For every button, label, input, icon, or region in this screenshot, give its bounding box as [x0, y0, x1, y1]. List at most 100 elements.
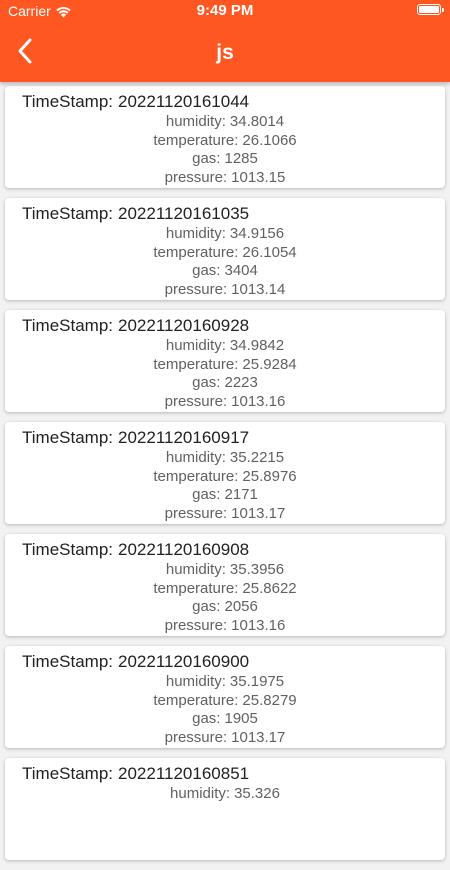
temperature-reading: temperature: 26.1054 [5, 244, 445, 263]
sensor-readings: humidity: 35.3956 temperature: 25.8622 gas: 2… [5, 561, 445, 635]
pressure-value: 1013.15 [231, 168, 286, 186]
app-bar: Carrier 9:49 PM js [0, 0, 450, 82]
timestamp-value: 20221120160900 [118, 652, 250, 671]
temperature-label: temperature: [153, 579, 239, 597]
timestamp-value: 20221120160908 [118, 540, 250, 559]
pressure-value: 1013.17 [231, 728, 286, 746]
pressure-value: 1013.16 [231, 616, 286, 634]
humidity-label: humidity: [165, 225, 226, 242]
timestamp-line: TimeStamp: 20221120160900 [22, 652, 249, 672]
humidity-value: 34.9156 [229, 225, 285, 242]
gas-reading: gas: 2056 [5, 598, 445, 617]
temperature-value: 25.8622 [242, 579, 297, 597]
humidity-value: 35.1975 [229, 673, 285, 690]
timestamp-line: TimeStamp: 20221120160908 [22, 540, 249, 560]
timestamp-label: TimeStamp: [22, 540, 114, 559]
pressure-reading: pressure: 1013.17 [5, 729, 445, 748]
humidity-value: 35.326 [234, 785, 280, 802]
gas-label: gas: [192, 598, 221, 615]
gas-reading: gas: 1285 [5, 150, 445, 169]
gas-reading: gas: 2171 [5, 486, 445, 505]
temperature-reading: temperature: 26.1066 [5, 132, 445, 151]
humidity-value: 34.8014 [229, 113, 285, 130]
timestamp-label: TimeStamp: [22, 316, 114, 335]
timestamp-line: TimeStamp: 20221120161035 [22, 204, 249, 224]
gas-value: 3404 [224, 262, 258, 279]
pressure-reading: pressure: 1013.17 [5, 505, 445, 524]
humidity-reading: humidity: 35.2215 [5, 449, 445, 468]
temperature-value: 25.8279 [242, 691, 297, 709]
temperature-value: 26.1066 [242, 131, 297, 149]
status-bar: Carrier 9:49 PM [0, 0, 450, 24]
pressure-reading: pressure: 1013.16 [5, 393, 445, 412]
page-title: js [216, 41, 234, 64]
record-card[interactable]: TimeStamp: 20221120161035 humidity: 34.9156… [5, 198, 445, 300]
timestamp-label: TimeStamp: [22, 428, 114, 447]
humidity-value: 35.2215 [229, 449, 285, 466]
gas-label: gas: [192, 150, 221, 167]
temperature-reading: temperature: 25.9284 [5, 356, 445, 375]
humidity-label: humidity: [170, 785, 231, 802]
gas-label: gas: [192, 486, 221, 503]
record-card[interactable]: TimeStamp: 20221120160917 humidity: 35.2215… [5, 422, 445, 524]
temperature-label: temperature: [153, 355, 239, 373]
gas-value: 1905 [224, 710, 258, 727]
timestamp-line: TimeStamp: 20221120160917 [22, 428, 249, 448]
timestamp-label: TimeStamp: [22, 652, 114, 671]
gas-value: 1285 [224, 150, 258, 167]
humidity-reading: humidity: 35.3956 [5, 561, 445, 580]
timestamp-label: TimeStamp: [22, 204, 114, 223]
record-card[interactable]: TimeStamp: 20221120160928 humidity: 34.9842… [5, 310, 445, 412]
gas-label: gas: [192, 262, 221, 279]
timestamp-value: 20221120161044 [118, 92, 250, 111]
temperature-reading: temperature: 25.8622 [5, 580, 445, 599]
humidity-reading: humidity: 34.8014 [5, 113, 445, 132]
humidity-value: 35.3956 [229, 561, 285, 578]
sensor-readings: humidity: 34.9842 temperature: 25.9284 gas: 2… [5, 337, 445, 411]
sensor-readings: humidity: 35.1975 temperature: 25.8279 gas: 1… [5, 673, 445, 747]
temperature-label: temperature: [153, 691, 239, 709]
gas-label: gas: [192, 374, 221, 391]
humidity-reading: humidity: 35.326 [5, 785, 445, 804]
gas-reading: gas: 1905 [5, 710, 445, 729]
humidity-reading: humidity: 35.1975 [5, 673, 445, 692]
humidity-label: humidity: [165, 561, 226, 578]
gas-reading: gas: 3404 [5, 262, 445, 281]
humidity-reading: humidity: 34.9842 [5, 337, 445, 356]
temperature-reading: temperature: 25.8976 [5, 468, 445, 487]
temperature-reading: temperature: 25.8279 [5, 692, 445, 711]
humidity-label: humidity: [165, 673, 226, 690]
humidity-value: 34.9842 [229, 337, 285, 354]
pressure-label: pressure: [164, 504, 228, 522]
temperature-value: 26.1054 [242, 243, 297, 261]
record-card[interactable]: TimeStamp: 20221120160851 humidity: 35.326 [5, 758, 445, 860]
pressure-value: 1013.16 [231, 392, 286, 410]
pressure-label: pressure: [164, 280, 228, 298]
gas-value: 2171 [224, 486, 258, 503]
timestamp-line: TimeStamp: 20221120161044 [22, 92, 249, 112]
timestamp-value: 20221120160917 [118, 428, 250, 447]
pressure-reading: pressure: 1013.16 [5, 617, 445, 636]
pressure-reading: pressure: 1013.14 [5, 281, 445, 300]
timestamp-label: TimeStamp: [22, 92, 114, 111]
record-card[interactable]: TimeStamp: 20221120160900 humidity: 35.1975… [5, 646, 445, 748]
pressure-value: 1013.17 [231, 504, 286, 522]
timestamp-value: 20221120160928 [118, 316, 250, 335]
sensor-readings: humidity: 34.8014 temperature: 26.1066 gas: 1… [5, 113, 445, 187]
timestamp-label: TimeStamp: [22, 764, 114, 783]
humidity-label: humidity: [165, 337, 226, 354]
record-card[interactable]: TimeStamp: 20221120160908 humidity: 35.3956… [5, 534, 445, 636]
humidity-label: humidity: [165, 113, 226, 130]
gas-value: 2223 [224, 374, 258, 391]
record-list[interactable]: TimeStamp: 20221120161044 humidity: 34.8014… [5, 86, 445, 870]
timestamp-line: TimeStamp: 20221120160928 [22, 316, 249, 336]
gas-reading: gas: 2223 [5, 374, 445, 393]
battery-icon [417, 4, 444, 15]
temperature-value: 25.8976 [242, 467, 297, 485]
pressure-value: 1013.14 [231, 280, 286, 298]
timestamp-line: TimeStamp: 20221120160851 [22, 764, 249, 784]
timestamp-value: 20221120160851 [118, 764, 250, 783]
pressure-label: pressure: [164, 168, 228, 186]
record-card[interactable]: TimeStamp: 20221120161044 humidity: 34.8014… [5, 86, 445, 188]
pressure-label: pressure: [164, 728, 228, 746]
